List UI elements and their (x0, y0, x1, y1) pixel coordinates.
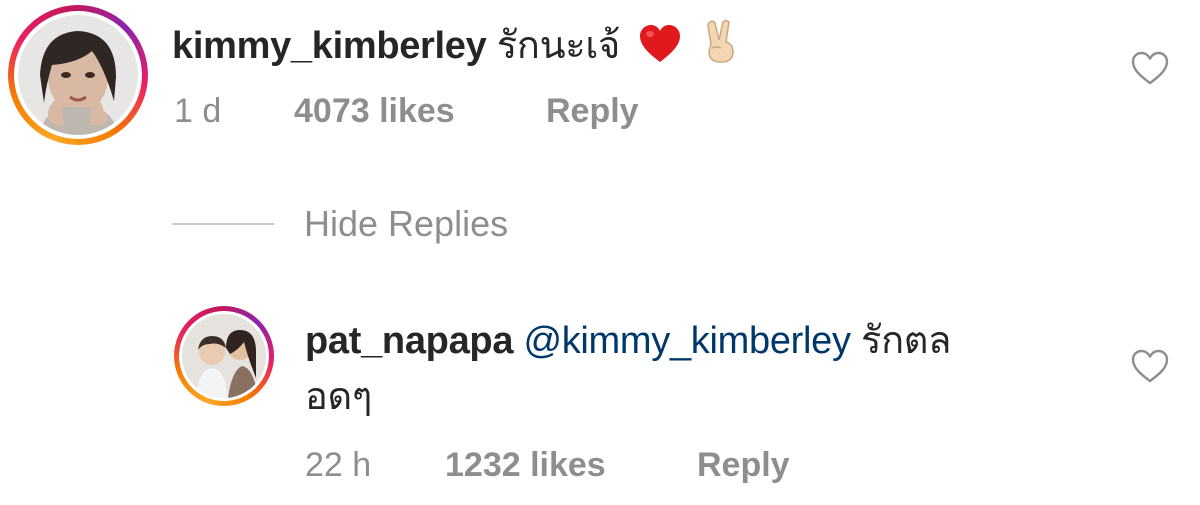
comment-text-line: kimmy_kimberley รักนะเจ้ (172, 18, 741, 75)
reply-meta: 22 h 1232 likes Reply (305, 446, 1005, 486)
thread-divider (172, 223, 274, 225)
reply-mention-link[interactable]: @kimmy_kimberley (523, 320, 851, 362)
reply-text-line: pat_napapa @kimmy_kimberley รักตล (305, 318, 951, 364)
comment-body: รักนะเจ้ (496, 25, 621, 67)
hide-replies-label[interactable]: Hide Replies (304, 202, 508, 246)
reply-likes[interactable]: 1232 likes (445, 446, 606, 485)
comment-time: 1 d (174, 92, 222, 130)
like-heart-icon[interactable] (1130, 348, 1170, 384)
red-heart-emoji (638, 24, 682, 75)
reply-time: 22 h (305, 446, 372, 484)
avatar[interactable] (174, 306, 274, 406)
avatar[interactable] (8, 5, 148, 145)
comment-reply-button[interactable]: Reply (546, 92, 639, 131)
comment-likes[interactable]: 4073 likes (294, 92, 455, 131)
like-heart-icon[interactable] (1130, 50, 1170, 86)
comment-meta: 1 d 4073 likes Reply (172, 92, 872, 132)
reply-body-line1: รักตล (860, 320, 952, 362)
comments-panel: kimmy_kimberley รักนะเจ้ 1 d 4073 likes … (0, 0, 1200, 505)
reply-reply-button[interactable]: Reply (697, 446, 790, 485)
victory-hand-emoji (701, 18, 741, 75)
comment-username[interactable]: kimmy_kimberley (172, 25, 487, 67)
reply-text-line-2: อดๆ (305, 374, 372, 420)
reply-username[interactable]: pat_napapa (305, 320, 513, 362)
avatar-photo (182, 314, 266, 398)
avatar-photo (18, 15, 138, 135)
reply-body-line2: อดๆ (305, 376, 373, 418)
